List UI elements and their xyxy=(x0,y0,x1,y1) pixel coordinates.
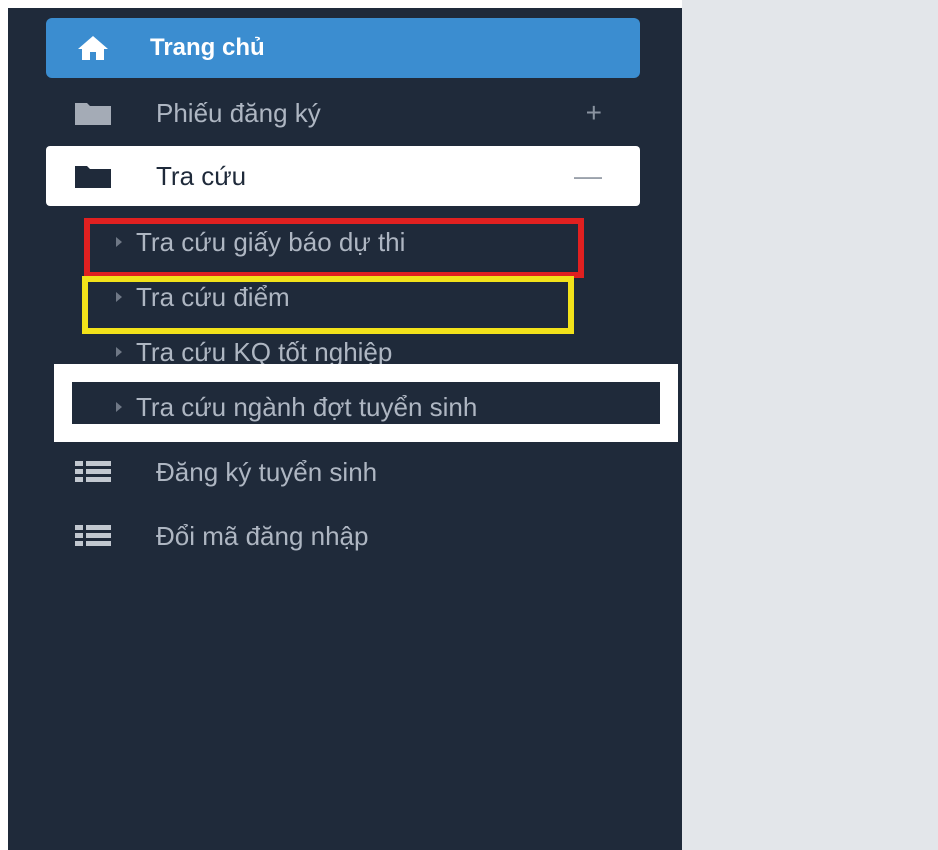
sidebar-item-doi-ma-dang-nhap[interactable]: Đổi mã đăng nhập xyxy=(46,506,640,566)
expand-toggle[interactable]: + xyxy=(586,97,602,129)
submenu-item-label: Tra cứu KQ tốt nghiệp xyxy=(136,336,393,367)
sidebar-item-label: Phiếu đăng ký xyxy=(156,97,321,128)
sidebar-item-label: Trang chủ xyxy=(150,34,265,61)
sidebar-item-home[interactable]: Trang chủ xyxy=(46,18,640,78)
sidebar: Trang chủ Phiếu đăng ký + Tra cứu — Tra … xyxy=(8,8,682,850)
sidebar-item-label: Tra cứu xyxy=(156,160,247,191)
list-icon xyxy=(74,521,112,551)
highlight-box-white xyxy=(54,364,678,442)
collapse-toggle[interactable]: — xyxy=(574,160,602,192)
sidebar-item-dang-ky-tuyen-sinh[interactable]: Đăng ký tuyển sinh xyxy=(46,442,640,502)
home-icon xyxy=(74,33,112,63)
sidebar-item-label: Đổi mã đăng nhập xyxy=(156,520,369,551)
sidebar-item-phieu-dang-ky[interactable]: Phiếu đăng ký + xyxy=(46,83,640,143)
sidebar-item-tra-cuu[interactable]: Tra cứu — xyxy=(46,146,640,206)
sidebar-item-label: Đăng ký tuyển sinh xyxy=(156,456,378,487)
folder-open-icon xyxy=(74,161,112,191)
caret-right-icon xyxy=(116,347,122,357)
folder-icon xyxy=(74,98,112,128)
main-content-area xyxy=(682,0,938,850)
highlight-box-red xyxy=(84,218,584,278)
list-icon xyxy=(74,457,112,487)
highlight-box-yellow xyxy=(82,276,574,334)
